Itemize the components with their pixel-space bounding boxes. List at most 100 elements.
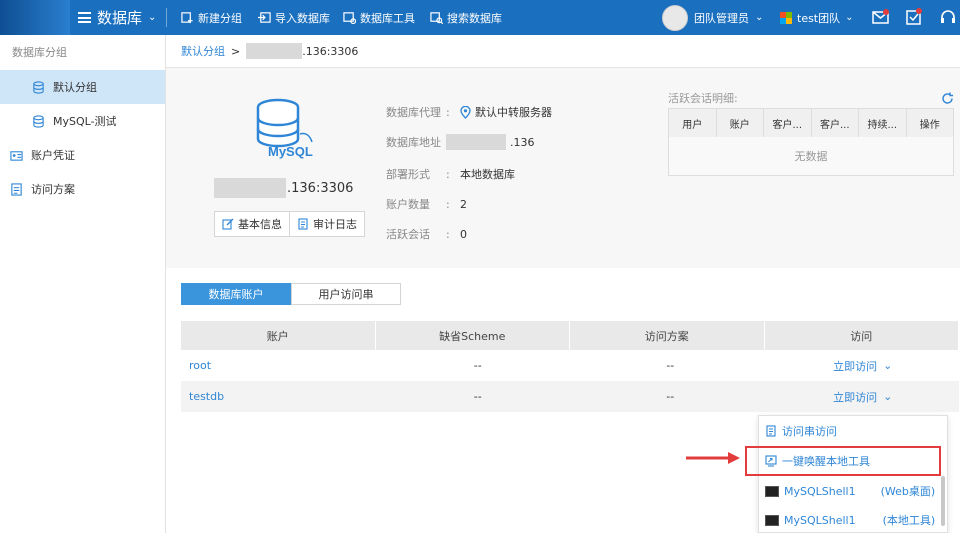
field-colon: : (446, 105, 450, 119)
sidebar-item-label: 默认分组 (53, 81, 97, 94)
mail-icon[interactable] (871, 7, 891, 27)
basic-info-button[interactable]: 基本信息 (214, 211, 290, 237)
terminal-icon (765, 514, 779, 526)
sidebar-item-default-group[interactable]: 默认分组 (0, 70, 165, 104)
basic-info-label: 基本信息 (238, 218, 282, 231)
field-colon: : (446, 227, 450, 241)
column-header: 客户... (764, 109, 812, 137)
sidebar-item-mysql-test[interactable]: MySQL-测试 (0, 104, 165, 138)
session-detail: 活跃会话明细: 用户 账户 客户... 客户... 持续... 操作 无数据 (668, 88, 954, 176)
field-value: 本地数据库 (460, 168, 515, 181)
refresh-icon[interactable] (941, 92, 954, 105)
highlight-annotation-box (745, 446, 941, 476)
menu-item-access-string[interactable]: 访问串访问 (759, 416, 941, 446)
field-colon: : (446, 197, 450, 211)
tab-user-access-strings[interactable]: 用户访问串 (291, 283, 401, 305)
svg-text:MySQL: MySQL (268, 144, 313, 159)
location-pin-icon (460, 105, 471, 119)
menu-item-mysqlshell-local[interactable]: MySQLShell1 (本地工具) (759, 505, 941, 533)
sidebar-item-label: MySQL-测试 (53, 115, 117, 128)
column-header: 账户 (717, 109, 764, 137)
field-value: 默认中转服务器 (475, 106, 552, 119)
audit-log-button[interactable]: 审计日志 (290, 211, 365, 237)
chevron-down-icon: ⌄ (755, 12, 764, 23)
scheme-cell: -- (473, 390, 482, 403)
sidebar-item-label: 账户凭证 (31, 149, 75, 162)
new-group-button[interactable]: 新建分组 (181, 0, 242, 35)
access-now-label: 立即访问 (833, 359, 878, 373)
access-now-button[interactable]: 立即访问 ⌄ (833, 389, 892, 405)
sidebar-header: 数据库分组 (12, 46, 67, 59)
column-header: 用户 (669, 109, 717, 137)
column-header: 访问方案 (570, 321, 765, 350)
redacted-address (446, 134, 506, 150)
active-sessions-field: 活跃会话 : 0 (386, 226, 467, 242)
database-tools-button[interactable]: 数据库工具 (343, 0, 415, 35)
account-link[interactable]: testdb (181, 381, 382, 412)
menu-item-suffix: (Web桌面) (880, 485, 936, 498)
menu-item-label: 访问串访问 (782, 425, 837, 438)
avatar (662, 4, 688, 31)
team-switcher[interactable]: test团队 ⌄ (780, 0, 854, 35)
field-value: 2 (460, 197, 467, 211)
database-tools-icon (343, 12, 356, 24)
team-logo-icon (780, 11, 792, 24)
breadcrumb: 默认分组 > .136:3306 (166, 35, 960, 68)
user-menu[interactable]: 团队管理员 ⌄ (662, 0, 763, 35)
session-detail-title: 活跃会话明细: (668, 92, 738, 105)
user-role-label: 团队管理员 (694, 11, 749, 25)
column-header: 账户 (181, 321, 376, 350)
search-database-label: 搜索数据库 (447, 11, 502, 25)
plan-cell: -- (666, 390, 675, 403)
menu-item-suffix: (本地工具) (882, 514, 936, 527)
document-icon (11, 182, 22, 196)
chevron-down-icon[interactable]: ⌄ (883, 359, 892, 372)
database-host-suffix: .136:3306 (287, 180, 354, 196)
accounts-table: 账户 缺省Scheme 访问方案 访问 root -- -- 立即访问 ⌄ tes… (181, 321, 959, 412)
accounts-count-field: 账户数量 : 2 (386, 196, 467, 212)
audit-log-label: 审计日志 (313, 218, 357, 231)
sidebar-item-credentials[interactable]: 账户凭证 (0, 138, 165, 172)
app-logo[interactable] (0, 0, 70, 35)
column-header: 持续... (859, 109, 907, 137)
breadcrumb-host: .136:3306 (302, 44, 359, 58)
proxy-field: 数据库代理 : 默认中转服务器 (386, 104, 552, 120)
sidebar: 数据库分组 默认分组 MySQL-测试 账户凭证 访问方案 (0, 35, 166, 533)
team-label: test团队 (797, 11, 841, 25)
address-field: 数据库地址 .136 (386, 134, 535, 150)
field-label: 部署形式 (386, 168, 430, 181)
field-value: 0 (460, 227, 467, 241)
support-headset-icon[interactable] (938, 7, 958, 27)
access-now-label: 立即访问 (833, 390, 878, 404)
search-database-icon (430, 12, 443, 24)
chevron-down-icon[interactable]: ⌄ (883, 390, 892, 403)
field-colon: : (446, 167, 450, 181)
main-menu-toggle[interactable]: 数据库 ⌄ (78, 0, 156, 35)
empty-state: 无数据 (669, 137, 953, 175)
database-tools-label: 数据库工具 (360, 11, 415, 25)
approval-icon[interactable] (904, 7, 924, 27)
import-database-button[interactable]: 导入数据库 (258, 0, 330, 35)
database-info-panel: MySQL .136:3306 基本信息 审计日志 数据库代理 : 默认中转服务… (166, 68, 960, 268)
search-database-button[interactable]: 搜索数据库 (430, 0, 502, 35)
account-link[interactable]: root (181, 350, 382, 381)
tab-database-accounts[interactable]: 数据库账户 (181, 283, 291, 305)
chevron-down-icon: ⌄ (845, 12, 854, 23)
tab-bar: 数据库账户 用户访问串 (181, 283, 401, 305)
session-table: 用户 账户 客户... 客户... 持续... 操作 无数据 (668, 108, 954, 176)
add-group-icon (181, 12, 193, 24)
database-icon (33, 114, 44, 128)
sidebar-item-access-plans[interactable]: 访问方案 (0, 172, 165, 206)
access-now-button[interactable]: 立即访问 ⌄ (833, 358, 892, 374)
breadcrumb-group-link[interactable]: 默认分组 (181, 43, 225, 59)
document-icon (766, 425, 776, 437)
annotation-arrow-icon (686, 452, 740, 464)
database-icon (33, 80, 44, 94)
import-icon (258, 12, 271, 23)
import-database-label: 导入数据库 (275, 11, 330, 25)
menu-item-label: MySQLShell1 (784, 513, 856, 527)
menu-item-mysqlshell-web[interactable]: MySQLShell1 (Web桌面) (759, 476, 941, 506)
hamburger-icon (78, 12, 91, 23)
terminal-icon (765, 485, 779, 497)
dropdown-scrollbar[interactable] (941, 476, 945, 526)
